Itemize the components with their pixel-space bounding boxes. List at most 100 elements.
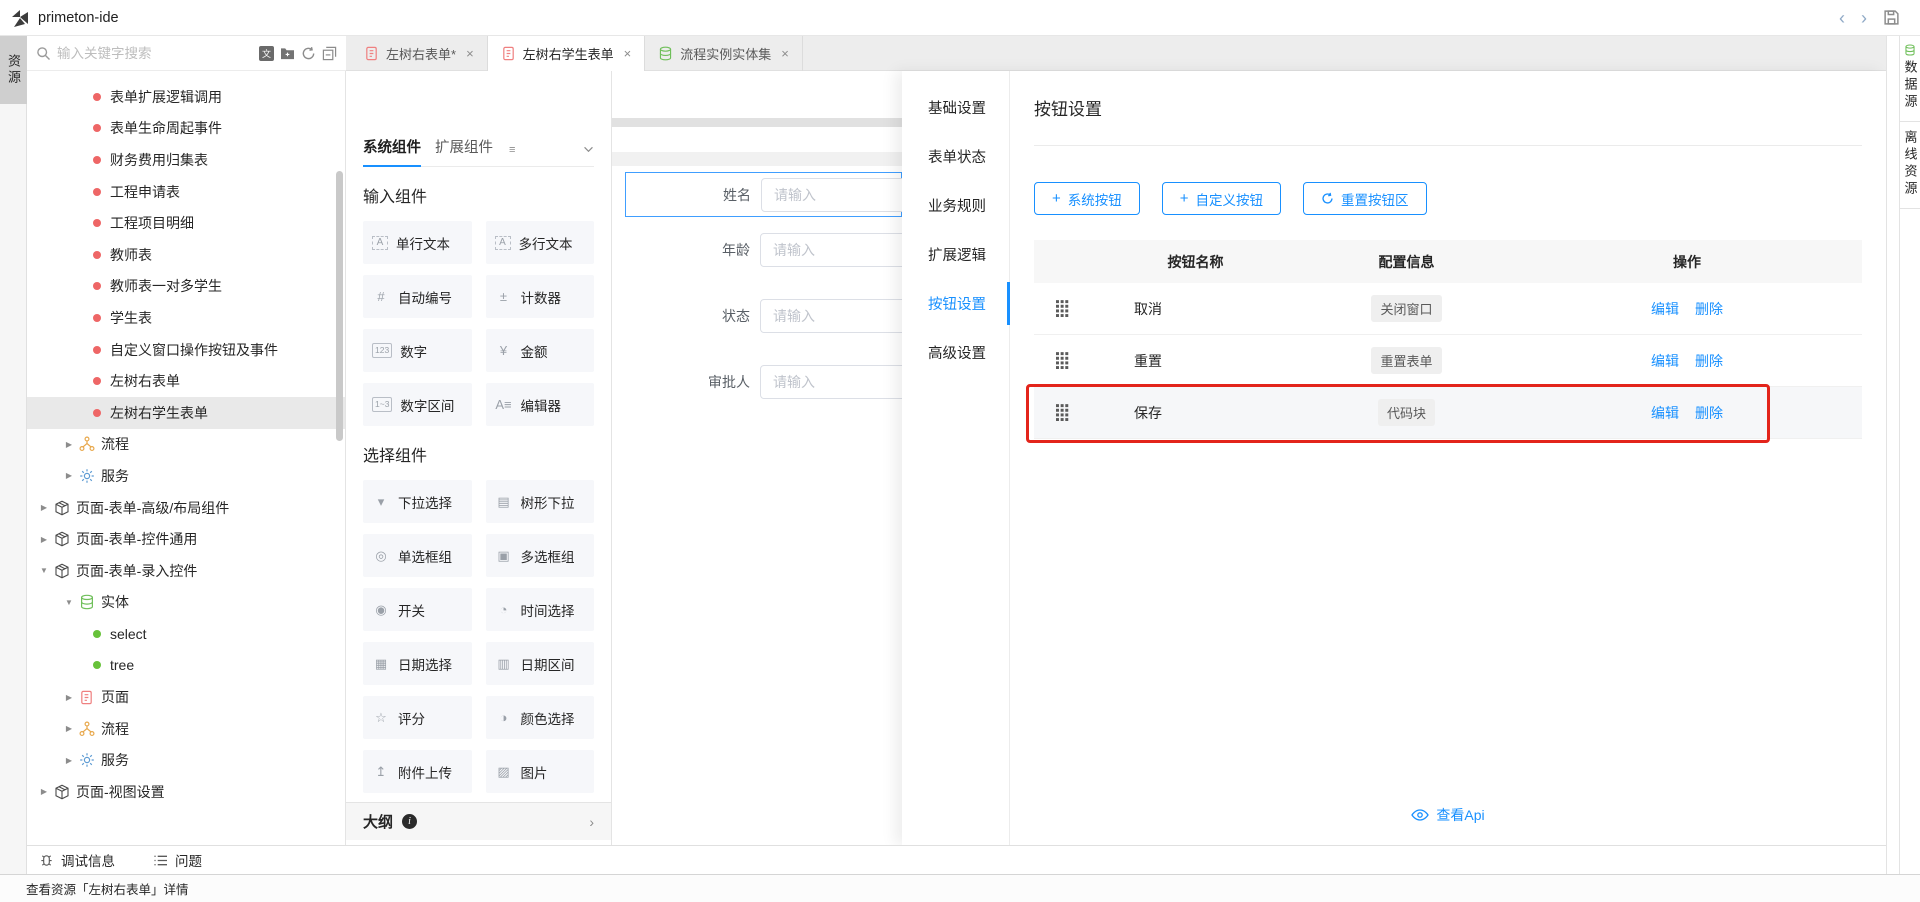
- collapse-all-icon[interactable]: [322, 46, 337, 61]
- tree-item[interactable]: ▶流程: [27, 429, 345, 461]
- chevron-right-icon[interactable]: ▶: [62, 693, 76, 702]
- component-text-single[interactable]: A 单行文本: [363, 221, 472, 264]
- component-date-picker[interactable]: ▦ 日期选择: [363, 642, 472, 685]
- component-editor[interactable]: A≡ 编辑器: [486, 383, 595, 426]
- history-back-icon[interactable]: ‹: [1839, 9, 1845, 27]
- right-rail-tab[interactable]: 数据源: [1900, 36, 1920, 122]
- tree-item[interactable]: ▶页面: [27, 681, 345, 713]
- locale-icon[interactable]: 文: [259, 46, 274, 61]
- component-select[interactable]: ▾ 下拉选择: [363, 480, 472, 523]
- chevron-right-icon[interactable]: ▶: [62, 471, 76, 480]
- tree-item[interactable]: ▶服务: [27, 744, 345, 776]
- component-number-range[interactable]: 1~3 数字区间: [363, 383, 472, 426]
- field-input[interactable]: 请输入: [761, 178, 902, 212]
- component-tree-select[interactable]: ▤ 树形下拉: [486, 480, 595, 523]
- field-input[interactable]: 请输入: [760, 365, 902, 399]
- component-time-picker[interactable]: ◔ 时间选择: [486, 588, 595, 631]
- form-field-1[interactable]: 年龄 请输入: [625, 227, 902, 272]
- chevron-right-icon[interactable]: ▶: [62, 440, 76, 449]
- delete-link[interactable]: 删除: [1695, 351, 1723, 371]
- tree-item[interactable]: 工程申请表: [27, 176, 345, 208]
- form-field-3[interactable]: 审批人 请输入: [625, 359, 902, 404]
- tree-item[interactable]: 表单生命周起事件: [27, 113, 345, 145]
- chevron-right-icon[interactable]: ▶: [37, 535, 51, 544]
- settings-nav-item[interactable]: 业务规则: [902, 181, 1009, 230]
- tree-item[interactable]: ▶服务: [27, 460, 345, 492]
- chevron-down-icon[interactable]: [583, 146, 594, 153]
- drag-handle-icon[interactable]: [1034, 352, 1090, 369]
- editor-tab[interactable]: 左树右学生表单 ×: [488, 36, 646, 71]
- resources-rail-tab[interactable]: 资源: [0, 36, 27, 104]
- tree-item[interactable]: 教师表: [27, 239, 345, 271]
- editor-tab[interactable]: 左树右表单* ×: [351, 36, 488, 71]
- edit-link[interactable]: 编辑: [1651, 403, 1679, 423]
- palette-tab[interactable]: 扩展组件: [435, 133, 493, 167]
- tree-item[interactable]: tree: [27, 650, 345, 682]
- component-checkbox-group[interactable]: ▣ 多选框组: [486, 534, 595, 577]
- component-rate[interactable]: ☆ 评分: [363, 696, 472, 739]
- history-forward-icon[interactable]: ›: [1861, 9, 1867, 27]
- close-icon[interactable]: ×: [781, 46, 789, 61]
- editor-tab[interactable]: 流程实例实体集 ×: [645, 36, 803, 71]
- settings-nav-item[interactable]: 高级设置: [902, 328, 1009, 377]
- tree-item[interactable]: ▼页面-表单-录入控件: [27, 555, 345, 587]
- close-icon[interactable]: ×: [466, 46, 474, 61]
- close-icon[interactable]: ×: [624, 46, 632, 61]
- tree-item[interactable]: 自定义窗口操作按钮及事件: [27, 334, 345, 366]
- menu-icon[interactable]: ≡: [509, 144, 515, 156]
- tree-item[interactable]: ▶页面-表单-高级/布局组件: [27, 492, 345, 524]
- chevron-down-icon[interactable]: ▼: [62, 598, 76, 607]
- component-textarea[interactable]: A 多行文本: [486, 221, 595, 264]
- tree-item[interactable]: 左树右表单: [27, 365, 345, 397]
- chevron-right-icon[interactable]: ▶: [37, 787, 51, 796]
- search-input[interactable]: [57, 46, 253, 61]
- tree-scrollbar[interactable]: [336, 171, 343, 441]
- component-currency[interactable]: ¥ 金额: [486, 329, 595, 372]
- drag-handle-icon[interactable]: [1034, 404, 1090, 421]
- settings-nav-item[interactable]: 表单状态: [902, 132, 1009, 181]
- settings-nav-item[interactable]: 扩展逻辑: [902, 230, 1009, 279]
- chevron-down-icon[interactable]: ▼: [37, 566, 51, 575]
- form-field-2[interactable]: 状态 请输入: [625, 293, 902, 338]
- drag-handle-icon[interactable]: [1034, 300, 1090, 317]
- tree-item[interactable]: ▼实体: [27, 587, 345, 619]
- palette-tab[interactable]: 系统组件: [363, 133, 421, 167]
- component-date-range[interactable]: ▥ 日期区间: [486, 642, 595, 685]
- bottom-bar-list[interactable]: 问题: [153, 850, 202, 870]
- component-counter[interactable]: ± 计数器: [486, 275, 595, 318]
- component-radio-group[interactable]: ◎ 单选框组: [363, 534, 472, 577]
- save-icon[interactable]: [1883, 9, 1900, 26]
- outline-bar[interactable]: 大纲 i ›: [346, 802, 611, 840]
- new-folder-icon[interactable]: [280, 47, 295, 60]
- settings-nav-item[interactable]: 基础设置: [902, 83, 1009, 132]
- add-button[interactable]: +自定义按钮: [1162, 182, 1281, 215]
- chevron-right-icon[interactable]: ▶: [62, 724, 76, 733]
- right-rail-tab[interactable]: 离线资源: [1900, 122, 1920, 209]
- tree-item[interactable]: ▶页面-表单-控件通用: [27, 523, 345, 555]
- tree-item[interactable]: ▶页面-视图设置: [27, 776, 345, 808]
- tree-item[interactable]: select: [27, 618, 345, 650]
- add-button[interactable]: +系统按钮: [1034, 182, 1140, 215]
- component-upload[interactable]: ↥ 附件上传: [363, 750, 472, 793]
- field-input[interactable]: 请输入: [760, 299, 902, 333]
- edit-link[interactable]: 编辑: [1651, 299, 1679, 319]
- component-switch[interactable]: ◉ 开关: [363, 588, 472, 631]
- delete-link[interactable]: 删除: [1695, 299, 1723, 319]
- component-color-picker[interactable]: ◑ 颜色选择: [486, 696, 595, 739]
- component-auto-number[interactable]: # 自动编号: [363, 275, 472, 318]
- tree-item[interactable]: 左树右学生表单: [27, 397, 345, 429]
- delete-link[interactable]: 删除: [1695, 403, 1723, 423]
- tree-item[interactable]: 教师表一对多学生: [27, 271, 345, 303]
- tree-item[interactable]: 学生表: [27, 302, 345, 334]
- view-api-link[interactable]: 查看Api: [1010, 805, 1886, 825]
- tree-item[interactable]: 财务费用归集表: [27, 144, 345, 176]
- chevron-right-icon[interactable]: ▶: [62, 756, 76, 765]
- component-image[interactable]: ▨ 图片: [486, 750, 595, 793]
- tree-item[interactable]: ▶流程: [27, 713, 345, 745]
- chevron-right-icon[interactable]: ▶: [37, 503, 51, 512]
- form-field-0[interactable]: 姓名 请输入: [625, 172, 902, 217]
- component-number[interactable]: 123 数字: [363, 329, 472, 372]
- edit-link[interactable]: 编辑: [1651, 351, 1679, 371]
- refresh-icon[interactable]: [301, 46, 316, 61]
- settings-nav-item[interactable]: 按钮设置: [902, 279, 1009, 328]
